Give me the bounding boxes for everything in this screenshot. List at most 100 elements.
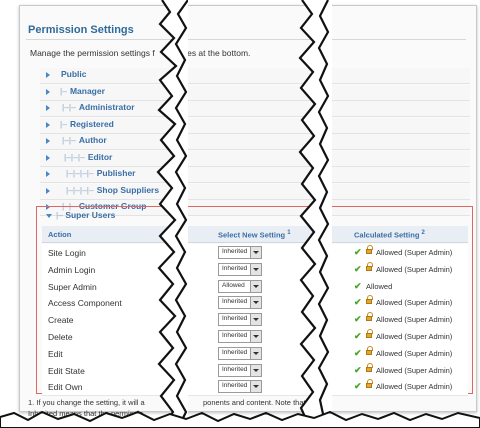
- setting-select-value: Inherited: [222, 382, 248, 390]
- action-name: Edit State: [48, 365, 85, 376]
- header-select-label: Select New Setting: [218, 230, 286, 240]
- lock-icon: [366, 295, 373, 305]
- lock-icon: [366, 312, 373, 322]
- dropdown-arrow-icon[interactable]: [250, 381, 261, 393]
- group-label-container[interactable]: |–|–|– Editor: [64, 152, 112, 162]
- setting-select[interactable]: Inherited: [218, 262, 262, 276]
- calculated-setting: Allowed (Super Admin): [376, 315, 453, 325]
- setting-select[interactable]: Inherited: [218, 330, 262, 343]
- group-label: Editor: [87, 151, 113, 162]
- expand-arrow-icon[interactable]: [46, 88, 50, 95]
- calculated-setting: Allowed: [366, 281, 393, 291]
- group-row[interactable]: |–|–|–|– Publisher: [40, 167, 470, 183]
- dropdown-arrow-icon[interactable]: [250, 347, 261, 359]
- header-calc-footnote: 2: [421, 230, 425, 236]
- calculated-setting: Allowed (Super Admin): [376, 382, 453, 392]
- expand-arrow-icon[interactable]: [46, 105, 50, 111]
- screenshot-stage: Permission Settings Manage the permissio…: [0, 0, 480, 428]
- group-row[interactable]: |– Manager: [40, 84, 470, 101]
- group-prefix: |–|–|–|–: [66, 184, 94, 195]
- check-icon: ✔: [354, 381, 362, 392]
- calculated-setting: Allowed (Super Admin): [376, 298, 453, 308]
- check-icon: ✔: [354, 297, 362, 308]
- group-label-container[interactable]: |–|– Administrator: [62, 102, 135, 112]
- group-row[interactable]: |–|–|–|– Shop Suppliers: [40, 183, 470, 200]
- setting-select[interactable]: Inherited: [218, 246, 262, 259]
- lock-icon: [366, 362, 373, 373]
- action-name: Edit: [48, 348, 63, 359]
- dropdown-arrow-icon[interactable]: [250, 263, 261, 275]
- dropdown-arrow-icon[interactable]: [250, 247, 261, 258]
- group-label-container[interactable]: Public: [58, 69, 87, 79]
- expanded-arrow-icon[interactable]: [46, 214, 52, 218]
- header-calc-label: Calculated Setting: [354, 230, 420, 240]
- table-row: Delete Inherited ✔ Allowed (Super Admin): [42, 328, 468, 346]
- calculated-setting: Allowed (Super Admin): [376, 365, 453, 375]
- group-label-container[interactable]: |–|–|–|– Publisher: [66, 168, 135, 178]
- calculated-setting: Allowed (Super Admin): [376, 264, 453, 274]
- setting-select[interactable]: Inherited: [218, 363, 262, 377]
- action-name: Edit Own: [48, 382, 83, 393]
- group-prefix: |–|–|–|–: [66, 168, 94, 178]
- panel-title: Permission Settings: [28, 24, 134, 36]
- setting-select-value: Inherited: [222, 298, 248, 306]
- setting-select[interactable]: Inherited: [218, 313, 262, 327]
- expand-arrow-icon[interactable]: [46, 187, 50, 194]
- expand-arrow-icon[interactable]: [46, 138, 50, 144]
- setting-select-value: Inherited: [222, 348, 248, 356]
- group-prefix: |–: [56, 210, 63, 220]
- setting-select[interactable]: Inherited: [218, 296, 262, 310]
- group-row[interactable]: |–|–|– Editor: [40, 150, 470, 167]
- permissions-table-header: Action Select New Setting 1 Calculated S…: [42, 226, 468, 243]
- group-label: Super Users: [65, 210, 116, 220]
- setting-select-value: Inherited: [222, 264, 248, 272]
- action-name: Site Login: [48, 248, 86, 258]
- check-icon: ✔: [354, 347, 362, 358]
- table-row: Super Admin Allowed ✔ Allowed: [42, 277, 468, 296]
- header-select-footnote: 1: [287, 230, 291, 236]
- group-label-container[interactable]: |– Registered: [60, 119, 114, 129]
- group-super-users[interactable]: |– Super Users: [56, 210, 115, 220]
- dropdown-arrow-icon[interactable]: [250, 297, 261, 309]
- action-name: Create: [48, 315, 74, 326]
- calculated-setting: Allowed (Super Admin): [376, 348, 453, 358]
- setting-select[interactable]: Inherited: [218, 346, 262, 360]
- dropdown-arrow-icon[interactable]: [250, 280, 261, 292]
- panel-description-left: Manage the permission settings f: [30, 48, 155, 58]
- dropdown-arrow-icon[interactable]: [250, 314, 261, 326]
- group-row[interactable]: |–|– Administrator: [40, 101, 470, 117]
- action-name: Super Admin: [48, 281, 97, 292]
- group-label: Registered: [69, 118, 114, 129]
- header-select-new-setting: Select New Setting 1: [218, 230, 291, 240]
- dropdown-arrow-icon[interactable]: [250, 364, 261, 376]
- table-row: Admin Login Inherited ✔ Allowed (Super Admi…: [42, 260, 468, 279]
- check-icon: ✔: [354, 247, 362, 257]
- table-row: Edit Inherited ✔ Allowed (Super Admin): [42, 344, 468, 363]
- group-row[interactable]: Public: [40, 68, 470, 84]
- setting-select[interactable]: Inherited: [218, 380, 262, 394]
- group-label-container[interactable]: |–|–|–|– Shop Suppliers: [66, 185, 159, 195]
- group-label: Administrator: [78, 102, 135, 112]
- action-name: Delete: [48, 332, 73, 342]
- check-icon: ✔: [354, 314, 362, 325]
- header-action: Action: [48, 230, 72, 239]
- expand-arrow-icon[interactable]: [46, 171, 50, 177]
- group-label: Author: [78, 135, 107, 145]
- check-icon: ✔: [354, 364, 362, 375]
- torn-bottom-edge-graphic: [0, 410, 480, 428]
- torn-edge-right-graphic: [298, 0, 332, 428]
- expand-arrow-icon[interactable]: [46, 121, 50, 128]
- dropdown-arrow-icon[interactable]: [250, 331, 261, 342]
- lock-icon: [366, 245, 373, 255]
- group-label-container[interactable]: |– Manager: [60, 86, 105, 96]
- expand-arrow-icon[interactable]: [46, 154, 50, 161]
- calculated-setting: Allowed (Super Admin): [376, 248, 453, 257]
- setting-select[interactable]: Allowed: [218, 279, 262, 293]
- table-row: Create Inherited ✔ Allowed (Super Admin): [42, 311, 468, 330]
- group-row[interactable]: |– Registered: [40, 117, 470, 134]
- group-row[interactable]: |–|– Author: [40, 134, 470, 150]
- expand-arrow-icon[interactable]: [46, 72, 50, 78]
- check-icon: ✔: [354, 331, 362, 341]
- setting-select-value: Inherited: [222, 332, 248, 339]
- group-label-container[interactable]: |–|– Author: [62, 135, 107, 145]
